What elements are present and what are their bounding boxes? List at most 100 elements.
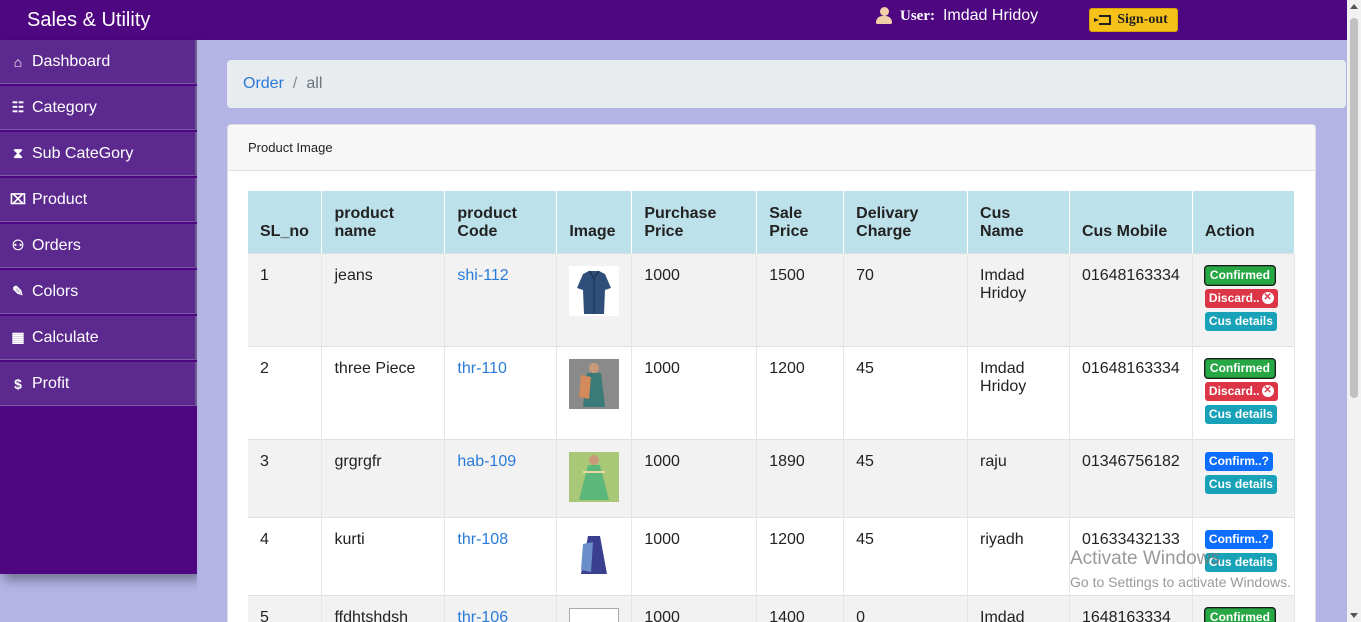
table-body: 1 jeans shi-112 1000 1500 70 Imdad Hridoy 01648…	[248, 252, 1296, 622]
product-code-cell: hab-109	[444, 438, 558, 517]
button-label: Cus details	[1208, 314, 1273, 328]
scroll-up-icon[interactable]	[1350, 4, 1358, 9]
brush-icon: ✎	[12, 283, 24, 299]
confirmed-button[interactable]: Confirmed	[1204, 607, 1275, 622]
sidebar-item-label: Calculate	[32, 328, 99, 346]
delivery-cell: 70	[843, 252, 969, 346]
confirmed-button[interactable]: Confirmed	[1204, 358, 1275, 378]
scrollbar-thumb[interactable]	[1350, 18, 1358, 398]
mobile-cell: 01648163334	[1069, 345, 1193, 439]
product-code-cell: thr-110	[444, 345, 558, 439]
column-header[interactable]: product name	[321, 191, 446, 253]
home-icon: ⌂	[13, 53, 23, 70]
sidebar-item-profit[interactable]: $ Profit	[0, 362, 197, 406]
sitemap-icon: ☷	[11, 99, 25, 115]
product-image-cell	[556, 594, 633, 622]
user-label: User:	[900, 7, 935, 24]
signout-button[interactable]: Sign-out	[1089, 8, 1178, 32]
hourglass-icon: ⧗	[13, 145, 23, 161]
mobile-cell: 01346756182	[1069, 438, 1193, 517]
column-header[interactable]: Purchase Price	[631, 191, 758, 253]
mobile-cell: 1648163334	[1069, 594, 1193, 622]
purchase-cell: 1000	[631, 252, 758, 346]
discard-button[interactable]: Discard.. ✕	[1204, 381, 1278, 401]
cus-name-cell: Imdad	[967, 594, 1070, 622]
sidebar: ⌂ Dashboard ☷ Category ⧗ Sub CateGory ⌧ Product…	[0, 40, 197, 574]
sidebar-item-label: Dashboard	[32, 52, 111, 70]
cus-name-cell: raju	[967, 438, 1070, 517]
users-icon: ⚇	[11, 237, 25, 253]
column-header[interactable]: Image	[556, 191, 633, 253]
product-image-cell	[556, 345, 633, 439]
purchase-cell: 1000	[631, 438, 758, 517]
column-header[interactable]: SL_no	[248, 191, 323, 253]
details-button[interactable]: Cus details	[1204, 552, 1277, 572]
name-cell: grgrgfr	[321, 438, 446, 517]
column-header[interactable]: product Code	[444, 191, 558, 253]
delivery-cell: 45	[843, 345, 969, 439]
brand-title[interactable]: Sales & Utility	[27, 9, 150, 32]
sidebar-item-dashboard[interactable]: ⌂ Dashboard	[0, 40, 197, 84]
table-row: 5 ffdhtshdsh thr-106 1000 1400 0 Imdad 16481633…	[248, 594, 1296, 622]
product-code-cell: thr-108	[444, 516, 558, 595]
column-header[interactable]: Action	[1192, 191, 1296, 253]
column-header[interactable]: Delivary Charge	[843, 191, 969, 253]
button-label: Confirmed	[1209, 361, 1270, 375]
purchase-cell: 1000	[631, 516, 758, 595]
purchase-cell: 1000	[631, 594, 758, 622]
table-row: 1 jeans shi-112 1000 1500 70 Imdad Hridoy 01648…	[248, 252, 1296, 346]
details-button[interactable]: Cus details	[1204, 311, 1277, 331]
confirmed-button[interactable]: Confirmed	[1204, 265, 1275, 285]
column-header[interactable]: Cus Mobile	[1069, 191, 1193, 253]
breadcrumb-separator: /	[292, 75, 298, 92]
button-label: Discard..	[1208, 291, 1260, 305]
table-row: 2 three Piece thr-110 1000 1200 45 Imdad Hrido…	[248, 345, 1296, 439]
sidebar-item-category[interactable]: ☷ Category	[0, 86, 197, 130]
column-header[interactable]: Cus Name	[967, 191, 1070, 253]
product-image-cell	[556, 252, 633, 346]
scroll-down-icon[interactable]	[1350, 613, 1358, 618]
close-icon: ✕	[1261, 292, 1274, 304]
product-code-link[interactable]: shi-112	[457, 267, 508, 284]
table-header-row: SL_no product name product Code Image Purcha…	[248, 191, 1296, 253]
button-label: Confirmed	[1209, 268, 1270, 282]
name-cell: ffdhtshdsh	[321, 594, 446, 622]
confirmq-button[interactable]: Confirm..?	[1204, 451, 1273, 471]
confirmq-button[interactable]: Confirm..?	[1204, 529, 1273, 549]
orders-card: Product Image SL_no product name product C…	[227, 124, 1316, 622]
cus-name-cell: riyadh	[967, 516, 1070, 595]
breadcrumb: Order / all	[227, 60, 1346, 108]
breadcrumb-order-link[interactable]: Order	[243, 75, 284, 93]
sidebar-item-product[interactable]: ⌧ Product	[0, 178, 197, 222]
sidebar-item-calculate[interactable]: ▦ Calculate	[0, 316, 197, 360]
product-code-link[interactable]: thr-108	[457, 531, 508, 548]
sl-cell: 4	[248, 516, 323, 595]
sale-cell: 1400	[756, 594, 845, 622]
kurti-image	[569, 529, 620, 580]
purchase-cell: 1000	[631, 345, 758, 439]
sidebar-item-colors[interactable]: ✎ Colors	[0, 270, 197, 314]
sidebar-item-label: Product	[32, 190, 88, 208]
sidebar-item-orders[interactable]: ⚇ Orders	[0, 224, 197, 268]
discard-button[interactable]: Discard.. ✕	[1204, 288, 1278, 308]
sidebar-item-sub-category[interactable]: ⧗ Sub CateGory	[0, 132, 197, 176]
sidebar-item-label: Colors	[32, 282, 79, 300]
page-scrollbar[interactable]	[1347, 0, 1361, 622]
sidebar-item-label: Profit	[32, 374, 70, 392]
mobile-cell: 01648163334	[1069, 252, 1193, 346]
orders-table: SL_no product name product Code Image Purcha…	[248, 191, 1296, 622]
sale-cell: 1890	[756, 438, 845, 517]
product-code-link[interactable]: thr-110	[457, 360, 507, 377]
details-button[interactable]: Cus details	[1204, 474, 1277, 494]
sale-cell: 1500	[756, 252, 845, 346]
button-label: Confirm..?	[1208, 454, 1269, 468]
cus-name-cell: Imdad Hridoy	[967, 345, 1070, 439]
signout-icon	[1094, 15, 1112, 25]
name-cell: three Piece	[321, 345, 446, 439]
shirt-image	[569, 265, 620, 316]
delivery-cell: 0	[843, 594, 969, 622]
product-code-link[interactable]: thr-106	[457, 609, 508, 622]
column-header[interactable]: Sale Price	[756, 191, 845, 253]
details-button[interactable]: Cus details	[1204, 404, 1277, 424]
product-code-link[interactable]: hab-109	[457, 453, 516, 470]
